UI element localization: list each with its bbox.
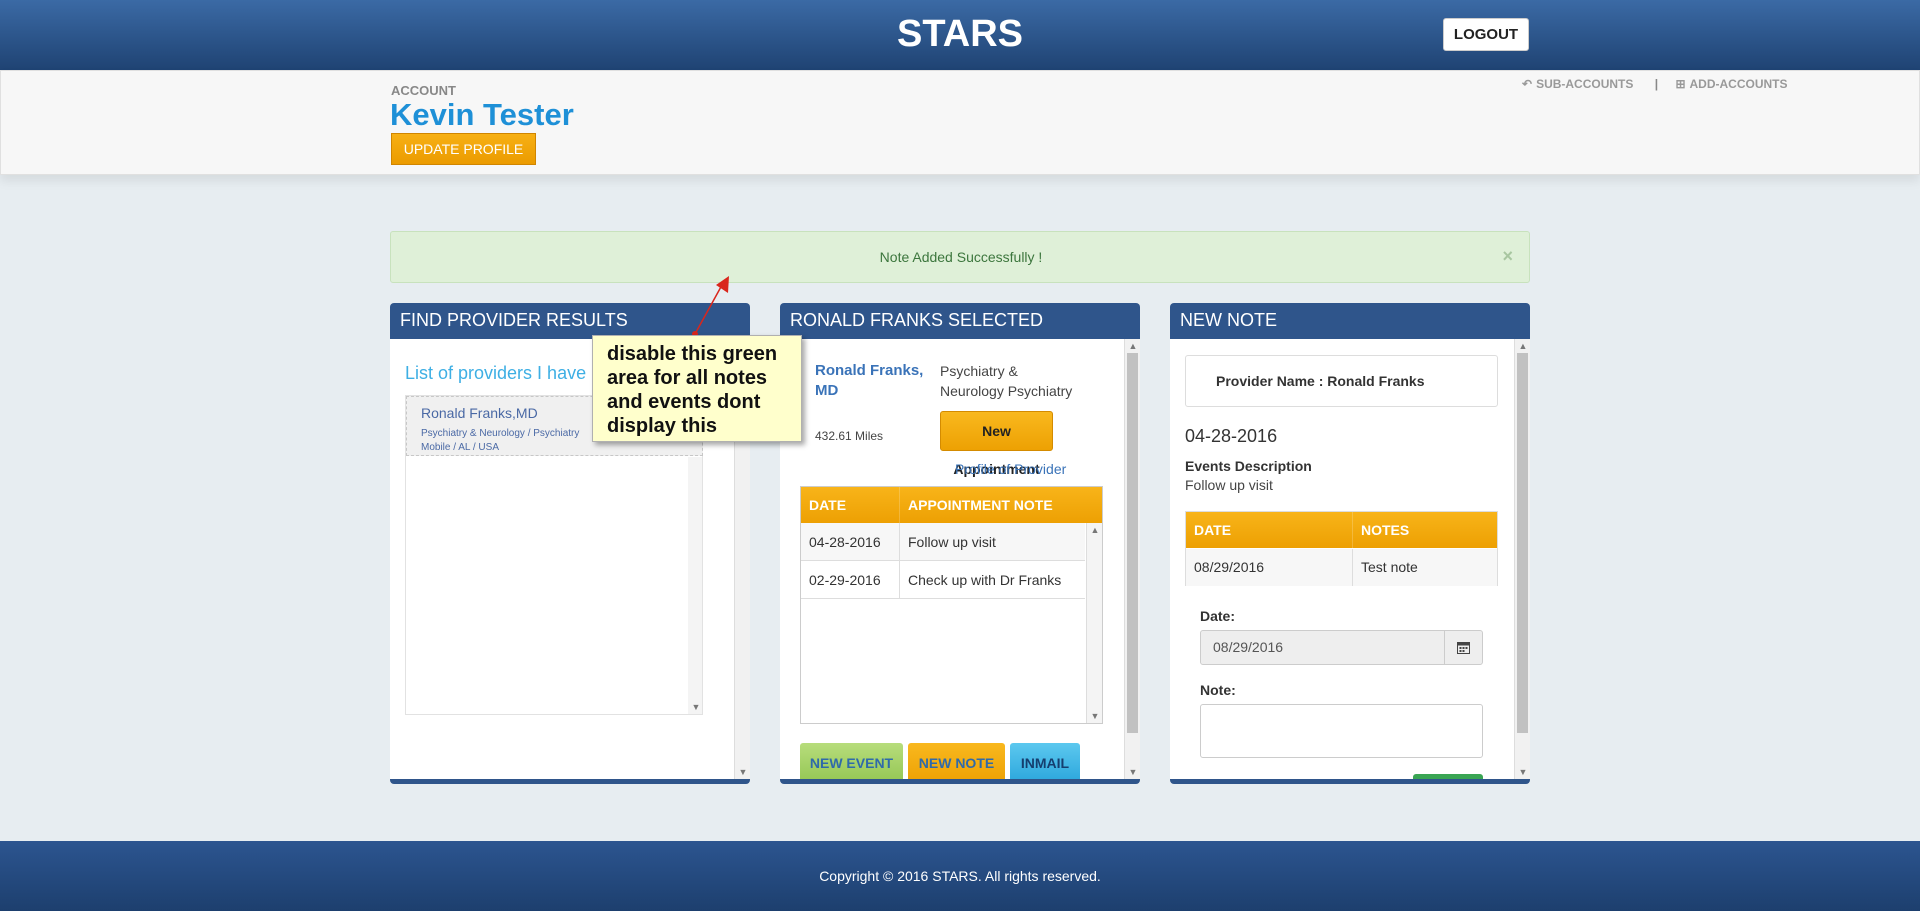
table-scrollbar[interactable]: ▲ ▼ xyxy=(1086,523,1102,723)
close-icon[interactable]: × xyxy=(1502,246,1513,267)
date-field[interactable]: 08/29/2016 xyxy=(1200,630,1445,665)
provider-specialty: Psychiatry & Neurology / Psychiatry xyxy=(421,428,580,439)
table-row[interactable]: 08/29/2016 Test note xyxy=(1186,549,1497,586)
provider-list: Ronald Franks,MD Psychiatry & Neurology … xyxy=(405,395,703,715)
add-accounts-link[interactable]: ADD-ACCOUNTS xyxy=(1690,77,1788,91)
provider-location: Mobile / AL / USA xyxy=(421,442,499,453)
scroll-up-icon[interactable]: ▲ xyxy=(1515,341,1530,351)
table-header: DATE NOTES xyxy=(1186,512,1497,548)
new-note-panel: NEW NOTE Provider Name : Ronald Franks 0… xyxy=(1170,303,1530,784)
new-appointment-button[interactable]: New Appointment xyxy=(940,411,1053,477)
column-header: NOTES xyxy=(1361,522,1410,538)
top-bar: STARS LOGOUT xyxy=(0,0,1920,70)
calendar-icon xyxy=(1457,642,1470,655)
row-date: 08/29/2016 xyxy=(1186,549,1353,586)
reply-icon: ↶ xyxy=(1522,77,1533,91)
success-alert: Note Added Successfully ! × xyxy=(390,231,1530,283)
table-row[interactable]: 02-29-2016 Check up with Dr Franks xyxy=(801,561,1085,599)
row-note: Check up with Dr Franks xyxy=(908,572,1062,588)
profile-of-provider-link[interactable]: Profile of Provider xyxy=(955,461,1066,477)
panel-title: RONALD FRANKS SELECTED xyxy=(780,303,1140,339)
scroll-down-icon[interactable]: ▼ xyxy=(1515,767,1530,777)
date-label: Date: xyxy=(1200,608,1236,624)
plus-square-icon: ⊞ xyxy=(1675,77,1686,91)
save-note-button[interactable] xyxy=(1413,774,1483,779)
event-date: 04-28-2016 xyxy=(1185,426,1278,446)
specialty-line: Neurology Psychiatry xyxy=(940,383,1073,399)
calendar-button[interactable] xyxy=(1444,630,1483,665)
link-separator: | xyxy=(1654,77,1659,91)
scrollbar-thumb[interactable] xyxy=(1127,353,1138,733)
provider-selected-panel: RONALD FRANKS SELECTED Ronald Franks, MD… xyxy=(780,303,1140,784)
scrollbar-thumb[interactable] xyxy=(1517,353,1528,733)
selected-provider-specialty: Psychiatry & Neurology Psychiatry xyxy=(940,361,1072,401)
account-section: ACCOUNT Kevin Tester UPDATE PROFILE ↶ SUB… xyxy=(0,70,1920,175)
scroll-down-icon[interactable]: ▼ xyxy=(688,702,704,712)
column-header: DATE xyxy=(801,487,900,523)
table-row[interactable]: 04-28-2016 Follow up visit xyxy=(801,523,1085,561)
row-note: Test note xyxy=(1361,559,1418,575)
annotation-callout: disable this green area for all notes an… xyxy=(592,335,802,442)
scroll-down-icon[interactable]: ▼ xyxy=(735,767,750,777)
inmail-button[interactable]: INMAIL xyxy=(1010,743,1080,779)
sub-accounts-link[interactable]: SUB-ACCOUNTS xyxy=(1536,77,1633,91)
row-date: 04-28-2016 xyxy=(801,523,900,561)
events-description-value: Follow up visit xyxy=(1185,477,1273,493)
distance: 432.61 Miles xyxy=(815,429,884,443)
provider-name-line: MD xyxy=(815,382,839,399)
copyright: Copyright © 2016 STARS. All rights reser… xyxy=(819,868,1101,884)
scroll-up-icon[interactable]: ▲ xyxy=(1087,525,1103,535)
row-note: Follow up visit xyxy=(908,534,996,550)
app-title: STARS xyxy=(897,13,1023,55)
scroll-down-icon[interactable]: ▼ xyxy=(1087,711,1103,721)
logout-button[interactable]: LOGOUT xyxy=(1443,18,1529,51)
events-description-label: Events Description xyxy=(1185,458,1312,474)
list-scrollbar[interactable]: ▼ xyxy=(688,457,702,714)
column-header: DATE xyxy=(1186,512,1353,548)
account-name: Kevin Tester xyxy=(390,97,574,132)
provider-name-line: Ronald Franks, xyxy=(815,362,924,379)
footer: Copyright © 2016 STARS. All rights reser… xyxy=(0,841,1920,911)
column-header: APPOINTMENT NOTE xyxy=(908,497,1053,513)
update-profile-button[interactable]: UPDATE PROFILE xyxy=(391,133,536,165)
panel-scrollbar[interactable]: ▲ ▼ xyxy=(1124,339,1140,779)
scroll-down-icon[interactable]: ▼ xyxy=(1125,767,1140,777)
providers-list-link[interactable]: List of providers I have xyxy=(405,363,586,384)
note-label: Note: xyxy=(1200,682,1236,698)
provider-name-box: Provider Name : Ronald Franks xyxy=(1185,355,1498,407)
row-date: 02-29-2016 xyxy=(801,561,900,599)
account-label: ACCOUNT xyxy=(391,83,456,98)
note-textarea[interactable] xyxy=(1200,704,1483,758)
selected-provider-name[interactable]: Ronald Franks, MD xyxy=(815,361,923,401)
provider-name: Ronald Franks,MD xyxy=(421,405,538,421)
new-note-button[interactable]: NEW NOTE xyxy=(908,743,1005,779)
scroll-up-icon[interactable]: ▲ xyxy=(1125,341,1140,351)
panel-title: FIND PROVIDER RESULTS xyxy=(390,303,750,339)
notes-table: DATE NOTES 08/29/2016 Test note xyxy=(1185,511,1498,586)
appointments-table: DATE APPOINTMENT NOTE 04-28-2016 Follow … xyxy=(800,486,1103,724)
panel-title: NEW NOTE xyxy=(1170,303,1530,339)
panel-scrollbar[interactable]: ▲ ▼ xyxy=(1514,339,1530,779)
new-event-button[interactable]: NEW EVENT xyxy=(800,743,903,779)
account-links: ↶ SUB-ACCOUNTS | ⊞ ADD-ACCOUNTS xyxy=(1522,77,1792,91)
provider-details: Psychiatry & Neurology / Psychiatry Mobi… xyxy=(421,427,579,455)
specialty-line: Psychiatry & xyxy=(940,363,1018,379)
table-header: DATE APPOINTMENT NOTE xyxy=(801,487,1102,523)
alert-message: Note Added Successfully ! xyxy=(879,249,1043,265)
